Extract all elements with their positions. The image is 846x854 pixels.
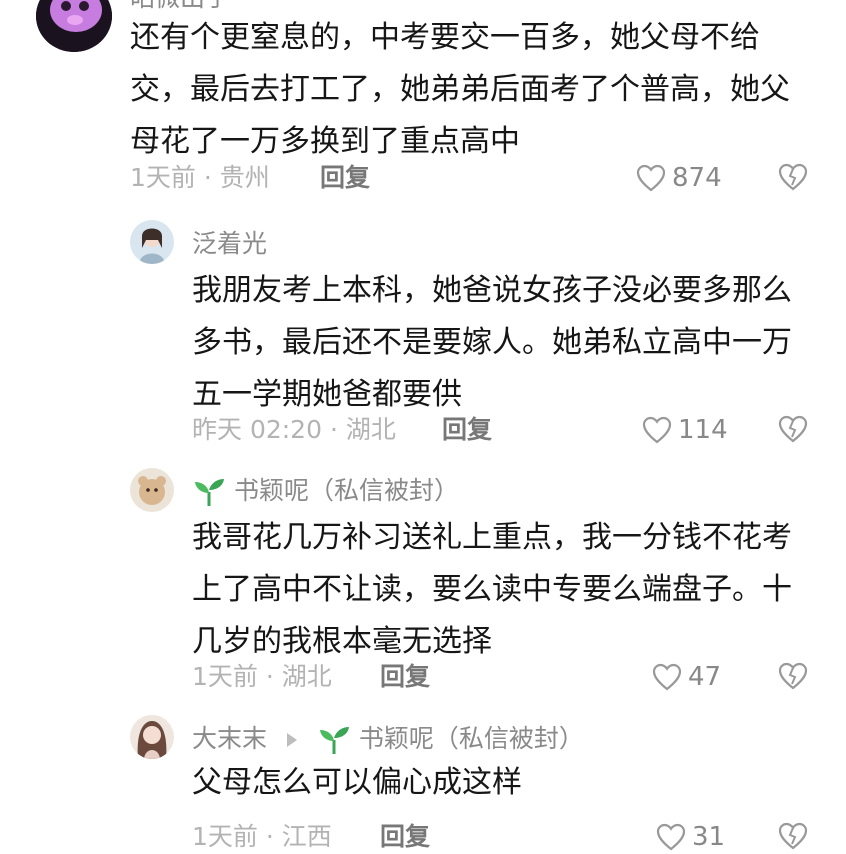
comment-text: 我哥花几万补习送礼上重点，我一分钱不花考上了高中不让读，要么读中专要么端盘子。十… xyxy=(192,520,792,659)
like-count: 114 xyxy=(678,415,728,445)
avatar[interactable] xyxy=(130,468,174,512)
like-count: 31 xyxy=(692,822,726,852)
like-count: 874 xyxy=(672,163,722,193)
comment-time-location: 1天前 · 江西 xyxy=(192,822,332,851)
comment-time-location: 昨天 02:20 · 湖北 xyxy=(192,415,396,444)
like-button[interactable]: 31 xyxy=(656,822,725,852)
broken-heart-icon xyxy=(778,662,808,690)
dislike-button[interactable] xyxy=(778,163,808,195)
avatar[interactable] xyxy=(36,0,112,52)
comment-username[interactable]: 书颖呢（私信被封） xyxy=(234,476,459,505)
dislike-button[interactable] xyxy=(778,415,808,447)
broken-heart-icon xyxy=(778,822,808,850)
comment-username[interactable]: 大末末 xyxy=(192,724,267,753)
broken-heart-icon xyxy=(778,415,808,443)
sprout-icon xyxy=(319,727,349,754)
like-count: 47 xyxy=(688,662,722,692)
heart-outline-icon xyxy=(642,416,672,444)
comment-text: 我朋友考上本科，她爸说女孩子没必要多那么多书，最后还不是要嫁人。她弟私立高中一万… xyxy=(192,273,792,412)
heart-outline-icon xyxy=(652,663,682,691)
comment-time-location: 1天前 · 贵州 xyxy=(130,163,270,192)
comment-text: 还有个更窒息的，中考要交一百多，她父母不给交，最后去打工了，她弟弟后面考了个普高… xyxy=(130,20,790,159)
reply-button[interactable]: 回复 xyxy=(320,163,370,193)
like-button[interactable]: 47 xyxy=(652,662,721,692)
avatar[interactable] xyxy=(130,715,174,759)
reply-to-username[interactable]: 书颖呢（私信被封） xyxy=(359,724,584,753)
dislike-button[interactable] xyxy=(778,822,808,854)
reply-button[interactable]: 回复 xyxy=(380,662,430,692)
broken-heart-icon xyxy=(778,163,808,191)
heart-outline-icon xyxy=(656,823,686,851)
comment-username-row: 大末末 书颖呢（私信被封） xyxy=(192,724,584,755)
like-button[interactable]: 114 xyxy=(642,415,728,445)
triangle-right-icon xyxy=(286,733,297,747)
comment-username[interactable]: 泛着光 xyxy=(192,229,267,259)
comment-username-row: 书颖呢（私信被封） xyxy=(192,476,459,507)
reply-button[interactable]: 回复 xyxy=(380,822,430,852)
reply-button[interactable]: 回复 xyxy=(442,415,492,445)
dislike-button[interactable] xyxy=(778,662,808,694)
heart-outline-icon xyxy=(636,164,666,192)
comment-time-location: 1天前 · 湖北 xyxy=(192,662,332,691)
like-button[interactable]: 874 xyxy=(636,163,722,193)
avatar[interactable] xyxy=(130,220,174,264)
sprout-icon xyxy=(195,479,224,506)
comment-text: 父母怎么可以偏心成这样 xyxy=(192,765,522,800)
